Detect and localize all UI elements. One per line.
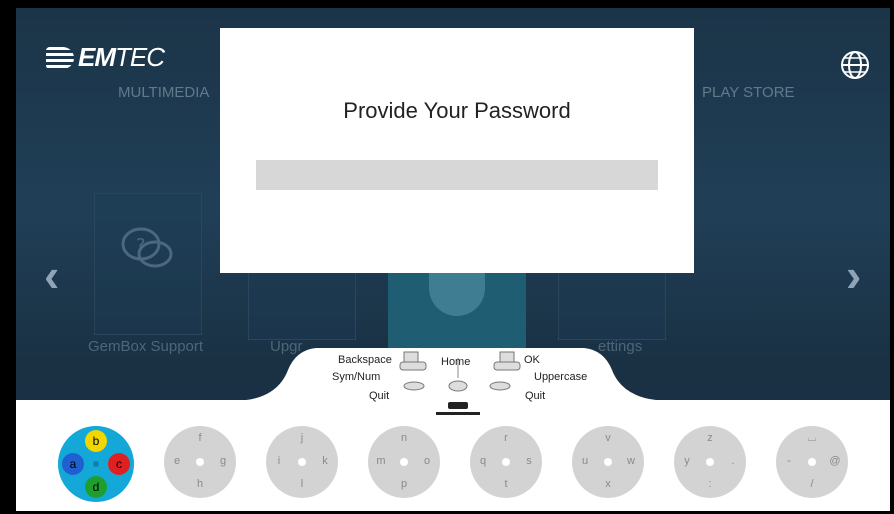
key-char: y bbox=[684, 455, 690, 467]
screen: EMTEC MULTIMEDIA PLAY STORE ‹ › ? GemBox… bbox=[16, 8, 890, 511]
password-input[interactable] bbox=[256, 160, 658, 190]
key-char: z bbox=[707, 432, 713, 444]
password-dialog: Provide Your Password bbox=[220, 28, 694, 273]
key-c[interactable]: c bbox=[108, 453, 130, 475]
key-char: g bbox=[219, 455, 227, 467]
key-char: - bbox=[787, 455, 791, 467]
key-char: s bbox=[526, 455, 532, 467]
center-dot bbox=[706, 458, 714, 466]
center-dot bbox=[604, 458, 612, 466]
key-wheel-mnop[interactable]: n m o p bbox=[368, 426, 440, 498]
key-char: e bbox=[173, 455, 181, 467]
key-char: u bbox=[581, 455, 589, 467]
key-char: h bbox=[196, 478, 204, 490]
key-char: x bbox=[605, 478, 611, 490]
key-char: / bbox=[810, 478, 814, 490]
key-char: o bbox=[423, 455, 431, 467]
center-dot bbox=[93, 461, 99, 467]
center-dot bbox=[400, 458, 408, 466]
center-dot bbox=[298, 458, 306, 466]
key-wheel-yz-punct[interactable]: z y.: bbox=[674, 426, 746, 498]
key-wheel-uvwx[interactable]: v u w x bbox=[572, 426, 644, 498]
key-char: i bbox=[277, 455, 281, 467]
dialog-title: Provide Your Password bbox=[343, 98, 571, 123]
key-wheel-qrst[interactable]: r q s t bbox=[470, 426, 542, 498]
guide-quit-left: Quit bbox=[369, 390, 390, 402]
key-d[interactable]: d bbox=[85, 476, 107, 498]
center-dot bbox=[196, 458, 204, 466]
key-char: w bbox=[627, 455, 635, 467]
guide-home: Home bbox=[441, 356, 471, 368]
key-char: r bbox=[504, 432, 508, 444]
key-wheel-abcd-active[interactable]: b a c d bbox=[58, 426, 134, 502]
key-char: q bbox=[479, 455, 487, 467]
guide-ok: OK bbox=[524, 354, 540, 366]
guide-uppercase: Uppercase bbox=[534, 371, 588, 383]
key-wheel-ijkl[interactable]: j i k l bbox=[266, 426, 338, 498]
guide-backspace: Backspace bbox=[338, 354, 392, 366]
center-dot bbox=[808, 458, 816, 466]
key-char: @ bbox=[829, 455, 841, 467]
key-char: ⌴ bbox=[807, 432, 817, 444]
key-wheel-symbols[interactable]: ⌴ - @ / bbox=[776, 426, 848, 498]
key-char: t bbox=[504, 478, 508, 490]
key-b[interactable]: b bbox=[85, 430, 107, 452]
key-char: n bbox=[400, 432, 408, 444]
key-char: v bbox=[605, 432, 611, 444]
key-char: k bbox=[322, 455, 328, 467]
guide-quit-right: Quit bbox=[525, 390, 546, 402]
key-char: f bbox=[198, 432, 202, 444]
key-wheel-efgh[interactable]: f e g h bbox=[164, 426, 236, 498]
center-dot bbox=[502, 458, 510, 466]
key-char: j bbox=[300, 432, 304, 444]
key-a[interactable]: a bbox=[62, 453, 84, 475]
key-char: p bbox=[400, 478, 408, 490]
key-char: . bbox=[731, 455, 735, 467]
guide-sym-num: Sym/Num bbox=[332, 371, 381, 383]
key-char: m bbox=[376, 455, 386, 467]
key-char: l bbox=[300, 478, 304, 490]
key-char: : bbox=[708, 478, 712, 490]
